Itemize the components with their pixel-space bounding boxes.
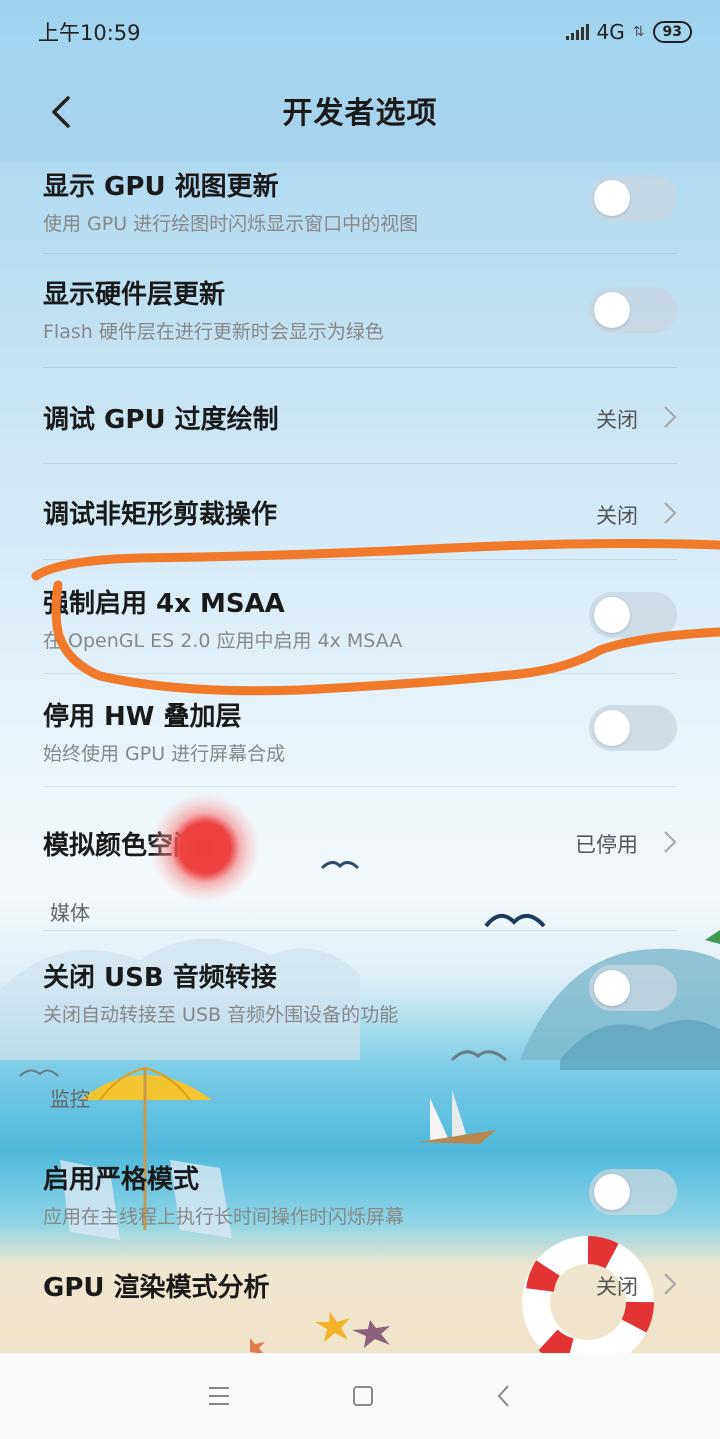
status-time: 上午10:59 bbox=[38, 21, 141, 45]
settings-list: 显示 GPU 视图更新 使用 GPU 进行绘图时闪烁显示窗口中的视图 显示硬件层… bbox=[0, 162, 720, 1329]
back-triangle-icon[interactable] bbox=[495, 1383, 513, 1409]
chevron-right-icon bbox=[664, 502, 677, 524]
toggle-knob bbox=[594, 180, 630, 216]
battery-icon: 93 bbox=[652, 21, 692, 43]
setting-strict-mode[interactable]: 启用严格模式 应用在主线程上执行长时间操作时闪烁屏幕 bbox=[0, 1119, 720, 1229]
toggle-knob bbox=[594, 970, 630, 1006]
system-nav-bar bbox=[0, 1353, 720, 1439]
setting-disable-hw-overlays[interactable]: 停用 HW 叠加层 始终使用 GPU 进行屏幕合成 bbox=[0, 674, 720, 787]
status-bar: 上午10:59 4G ⇅ 93 bbox=[0, 0, 720, 64]
section-header-monitor: 监控 bbox=[50, 1087, 90, 1111]
page-title: 开发者选项 bbox=[282, 96, 438, 131]
chevron-right-icon bbox=[664, 406, 677, 428]
setting-simulate-color-space[interactable]: 模拟颜色空间 已停用 bbox=[0, 787, 720, 887]
network-type: 4G bbox=[596, 20, 625, 44]
setting-value: 关闭 bbox=[596, 408, 638, 432]
toggle-switch[interactable] bbox=[589, 705, 677, 751]
app-header: 开发者选项 bbox=[0, 64, 720, 162]
home-square-icon[interactable] bbox=[351, 1384, 375, 1408]
toggle-switch[interactable] bbox=[589, 965, 677, 1011]
menu-icon[interactable] bbox=[207, 1385, 231, 1407]
setting-show-gpu-view-updates[interactable]: 显示 GPU 视图更新 使用 GPU 进行绘图时闪烁显示窗口中的视图 bbox=[0, 162, 720, 254]
touch-indicator bbox=[150, 793, 260, 903]
toggle-switch[interactable] bbox=[589, 592, 677, 638]
signal-strength-icon bbox=[565, 24, 589, 40]
chevron-right-icon bbox=[664, 1273, 677, 1295]
toggle-switch[interactable] bbox=[589, 287, 677, 333]
toggle-knob bbox=[594, 710, 630, 746]
chevron-right-icon bbox=[664, 831, 677, 853]
toggle-switch[interactable] bbox=[589, 1169, 677, 1215]
section-header-media: 媒体 bbox=[50, 901, 90, 925]
data-transfer-icon: ⇅ bbox=[632, 24, 645, 40]
toggle-switch[interactable] bbox=[589, 175, 677, 221]
setting-value: 关闭 bbox=[596, 504, 638, 528]
status-indicators: 4G ⇅ 93 bbox=[565, 20, 692, 44]
setting-debug-non-rect-clip[interactable]: 调试非矩形剪裁操作 关闭 bbox=[0, 464, 720, 560]
setting-disable-usb-audio-routing[interactable]: 关闭 USB 音频转接 关闭自动转接至 USB 音频外围设备的功能 bbox=[0, 929, 720, 1043]
setting-debug-gpu-overdraw[interactable]: 调试 GPU 过度绘制 关闭 bbox=[0, 368, 720, 464]
setting-force-4x-msaa[interactable]: 强制启用 4x MSAA 在 OpenGL ES 2.0 应用中启用 4x MS… bbox=[0, 560, 720, 674]
setting-value: 已停用 bbox=[575, 833, 638, 857]
setting-show-hardware-layer-updates[interactable]: 显示硬件层更新 Flash 硬件层在进行更新时会显示为绿色 bbox=[0, 254, 720, 368]
battery-level: 93 bbox=[662, 24, 682, 40]
setting-value: 关闭 bbox=[596, 1275, 638, 1299]
setting-gpu-profile-rendering[interactable]: GPU 渲染模式分析 关闭 bbox=[0, 1229, 720, 1329]
section-monitor: 监控 bbox=[0, 1043, 720, 1119]
toggle-knob bbox=[594, 597, 630, 633]
toggle-knob bbox=[594, 292, 630, 328]
toggle-knob bbox=[594, 1174, 630, 1210]
